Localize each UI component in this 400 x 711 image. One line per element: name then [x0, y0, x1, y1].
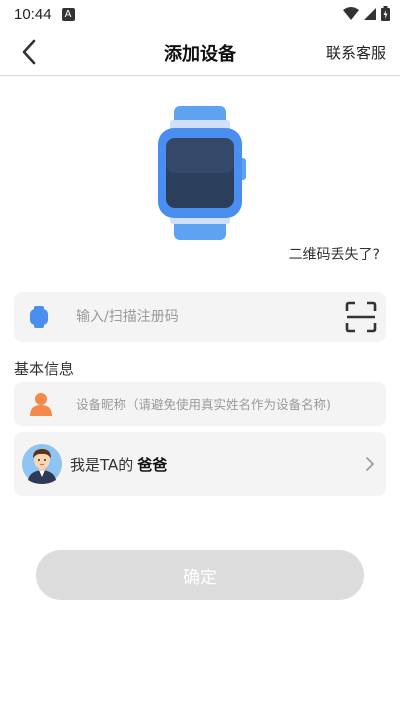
- relation-text: 我是TA的 爸爸: [70, 454, 167, 475]
- status-bar: 10:44 A: [0, 0, 400, 28]
- wifi-icon: [343, 6, 359, 20]
- relation-prefix: 我是TA的: [70, 456, 134, 474]
- status-time: 10:44: [14, 5, 52, 23]
- avatar: [22, 444, 62, 484]
- qr-code-lost-link[interactable]: 二维码丢失了?: [289, 244, 380, 264]
- registration-code-input[interactable]: [76, 304, 326, 330]
- scan-qr-icon[interactable]: [344, 300, 378, 334]
- watch-icon: [30, 306, 48, 328]
- chevron-right-icon: [366, 457, 375, 471]
- relation-value: 爸爸: [137, 456, 168, 474]
- app-header: 添加设备 联系客服: [0, 28, 400, 76]
- contact-service-link[interactable]: 联系客服: [326, 42, 386, 63]
- smartwatch-illustration: [158, 106, 246, 240]
- signal-icon: [364, 7, 376, 20]
- confirm-button[interactable]: 确定: [36, 550, 364, 600]
- basic-info-heading: 基本信息: [14, 360, 75, 378]
- person-icon: [30, 393, 52, 416]
- registration-code-field: [14, 292, 386, 342]
- notification-icon: A: [61, 7, 75, 21]
- battery-icon: [381, 6, 390, 21]
- status-icons: [343, 6, 390, 21]
- nickname-input[interactable]: [76, 392, 376, 416]
- nickname-field: [14, 382, 386, 426]
- relation-selector[interactable]: 我是TA的 爸爸: [14, 432, 386, 496]
